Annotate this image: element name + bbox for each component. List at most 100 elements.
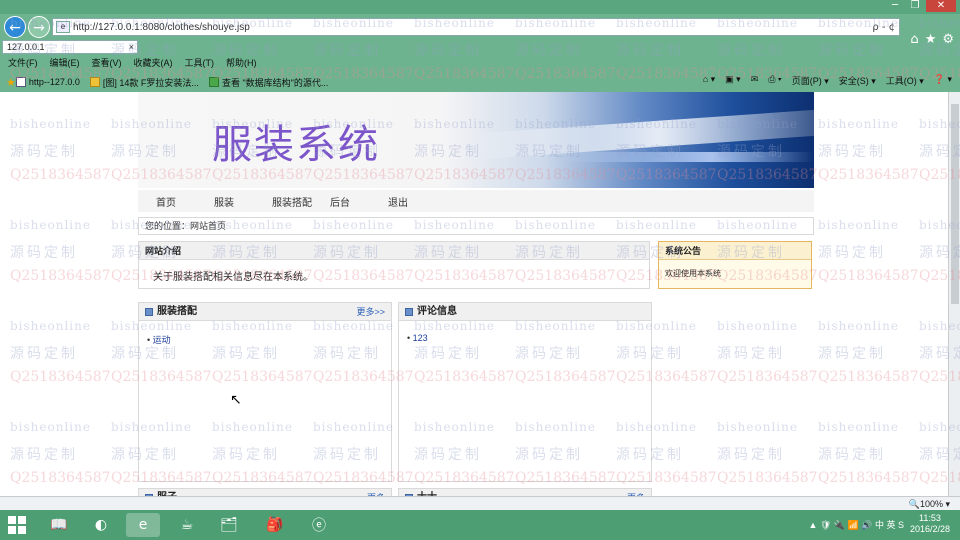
menu-view[interactable]: 查看(V) xyxy=(92,56,122,70)
list-item[interactable]: 运动 xyxy=(147,333,391,346)
menu-tools[interactable]: 工具(T) xyxy=(185,56,215,70)
home-icon[interactable]: ⌂ xyxy=(910,32,918,47)
matching-panel-head: 服装搭配 更多>> xyxy=(139,303,391,321)
favorites-star-icon[interactable]: ★ xyxy=(6,76,16,89)
cmd-feeds[interactable]: ▣ ▾ xyxy=(725,74,741,87)
banner-light-streak-2 xyxy=(558,152,814,162)
java-app-icon[interactable]: ☕ xyxy=(170,513,204,537)
yellow-icon xyxy=(89,77,100,87)
browser-chrome: ─ ❐ ✕ ← → e http://127.0.0.1:8080/clothe… xyxy=(0,0,960,92)
restore-button[interactable]: ❐ xyxy=(906,0,924,12)
minimize-button[interactable]: ─ xyxy=(886,0,904,12)
cmd-help[interactable]: ❓ ▾ xyxy=(934,74,952,87)
matching-panel: 服装搭配 更多>> 运动 xyxy=(138,302,392,482)
breadcrumb: 您的位置：网站首页 xyxy=(138,217,814,235)
page-icon xyxy=(15,77,26,87)
favorite-item[interactable]: 查看 "数据库结构"的源代... xyxy=(208,76,329,89)
cmd-tools[interactable]: 工具(O) ▾ xyxy=(886,74,924,87)
window-controls: ─ ❐ ✕ xyxy=(886,0,956,12)
forward-arrow-icon[interactable]: → xyxy=(28,16,50,38)
site-intro-panel: 网站介绍 关于服装搭配相关信息尽在本系统。 xyxy=(138,241,650,289)
panel-bullet-icon xyxy=(145,307,153,316)
internet-explorer-icon[interactable]: e xyxy=(126,513,160,537)
lower-right-heading: 士士 xyxy=(417,489,627,497)
nav-matching[interactable]: 服装搭配 xyxy=(272,194,330,209)
favorite-item[interactable]: http--127.0.0 xyxy=(15,77,80,87)
cmd-safety[interactable]: 安全(S) ▾ xyxy=(839,74,876,87)
notice-panel: 系统公告 欢迎使用本系统 xyxy=(658,241,812,289)
menu-favorites[interactable]: 收藏夹(A) xyxy=(134,56,173,70)
matching-more-link[interactable]: 更多>> xyxy=(356,303,391,321)
panel-bullet-icon xyxy=(405,307,413,316)
menu-file[interactable]: 文件(F) xyxy=(8,56,38,70)
navigation-row: ← → e http://127.0.0.1:8080/clothes/shou… xyxy=(0,14,960,47)
address-tools[interactable]: ρ - ¢ xyxy=(872,22,899,33)
list-item[interactable]: 123 xyxy=(407,333,651,343)
menu-help[interactable]: 帮助(H) xyxy=(226,56,257,70)
cmd-home[interactable]: ⌂ ▾ xyxy=(703,74,715,87)
comments-panel-head: 评论信息 xyxy=(399,303,651,321)
nav-logout[interactable]: 退出 xyxy=(388,194,446,209)
intro-heading: 网站介绍 xyxy=(139,242,649,260)
page-viewport: 服装系统 首页 服装 服装搭配 后台 退出 您的位置：网站首页 网站介绍 关于服… xyxy=(0,92,948,496)
site-banner: 服装系统 xyxy=(138,92,814,188)
matching-heading: 服装搭配 xyxy=(157,305,197,317)
menu-edit[interactable]: 编辑(E) xyxy=(50,56,80,70)
favorite-label: [图] 14款 F罗拉安装法... xyxy=(102,77,199,88)
clock-date: 2016/2/28 xyxy=(909,524,950,534)
intro-text: 关于服装搭配相关信息尽在本系统。 xyxy=(153,272,313,283)
notice-text: 欢迎使用本系统 xyxy=(665,269,721,278)
address-url[interactable]: http://127.0.0.1:8080/clothes/shouye.jsp xyxy=(73,22,872,33)
bag-app-icon[interactable]: 🎒 xyxy=(258,513,292,537)
back-arrow-icon[interactable]: ← xyxy=(4,16,26,38)
comments-list: 123 xyxy=(399,321,651,343)
favorite-label: http--127.0.0 xyxy=(28,77,80,87)
lower-panel-left: 服子 更多 xyxy=(138,488,392,496)
green-app-icon[interactable]: ⓔ xyxy=(302,513,336,537)
tray-icons[interactable]: ▲ 🛡 🔌 📶 🔊 中 英 S xyxy=(808,518,903,531)
favorite-item[interactable]: [图] 14款 F罗拉安装法... xyxy=(89,76,199,89)
browser-tab[interactable]: 127.0.0.1 × xyxy=(2,40,138,54)
site-navbar: 首页 服装 服装搭配 后台 退出 xyxy=(138,190,814,212)
notice-heading: 系统公告 xyxy=(659,242,811,260)
browser-right-icons: ⌂ ★ ⚙ xyxy=(910,32,954,47)
zoom-level[interactable]: 🔍100% ▾ xyxy=(909,497,950,511)
nav-admin[interactable]: 后台 xyxy=(330,194,388,209)
scrollbar-thumb[interactable] xyxy=(951,104,959,304)
page-icon: e xyxy=(56,21,70,33)
gear-icon[interactable]: ⚙ xyxy=(942,32,954,47)
nav-home[interactable]: 首页 xyxy=(156,194,214,209)
clock[interactable]: 11:53 2016/2/28 xyxy=(910,513,950,535)
windows-start-icon[interactable] xyxy=(8,516,26,534)
file-explorer-icon[interactable]: 🗂 xyxy=(212,513,246,537)
matching-list: 运动 xyxy=(139,321,391,346)
address-bar[interactable]: e http://127.0.0.1:8080/clothes/shouye.j… xyxy=(52,18,900,36)
title-bar: ─ ❐ ✕ xyxy=(0,0,960,14)
command-bar: ⌂ ▾ ▣ ▾ ✉ ⎙ ▾ 页面(P) ▾ 安全(S) ▾ 工具(O) ▾ ❓ … xyxy=(703,74,952,87)
status-bar: 🔍100% ▾ xyxy=(0,496,960,510)
lower-left-heading: 服子 xyxy=(157,489,367,497)
book-app-icon[interactable]: 📖 xyxy=(42,513,76,537)
tab-label: 127.0.0.1 xyxy=(7,42,45,52)
nav-clothes[interactable]: 服装 xyxy=(214,194,272,209)
lower-left-head: 服子 更多 xyxy=(139,489,391,496)
browser-app-icon[interactable]: ◐ xyxy=(84,513,118,537)
mouse-cursor-icon: ↖ xyxy=(230,392,242,408)
favorite-label: 查看 "数据库结构"的源代... xyxy=(221,77,329,88)
comments-heading: 评论信息 xyxy=(417,305,457,317)
taskbar: 📖 ◐ e ☕ 🗂 🎒 ⓔ ▲ 🛡 🔌 📶 🔊 中 英 S 11:53 2016… xyxy=(0,510,960,540)
close-button[interactable]: ✕ xyxy=(926,0,956,12)
green-icon xyxy=(208,77,219,87)
cmd-mail[interactable]: ✉ xyxy=(751,74,759,87)
cmd-page[interactable]: 页面(P) ▾ xyxy=(792,74,829,87)
tab-close-icon[interactable]: × xyxy=(129,41,137,53)
lower-right-head: 士士 更多 xyxy=(399,489,651,496)
lower-right-more-link[interactable]: 更多 xyxy=(627,489,651,497)
menu-bar: 文件(F) 编辑(E) 查看(V) 收藏夹(A) 工具(T) 帮助(H) xyxy=(0,56,960,70)
clock-time: 11:53 xyxy=(919,513,941,523)
favorites-star-icon[interactable]: ★ xyxy=(925,32,937,47)
site-title: 服装系统 xyxy=(212,122,380,168)
cmd-print[interactable]: ⎙ ▾ xyxy=(768,74,781,87)
lower-left-more-link[interactable]: 更多 xyxy=(367,489,391,497)
vertical-scrollbar[interactable] xyxy=(948,92,960,496)
